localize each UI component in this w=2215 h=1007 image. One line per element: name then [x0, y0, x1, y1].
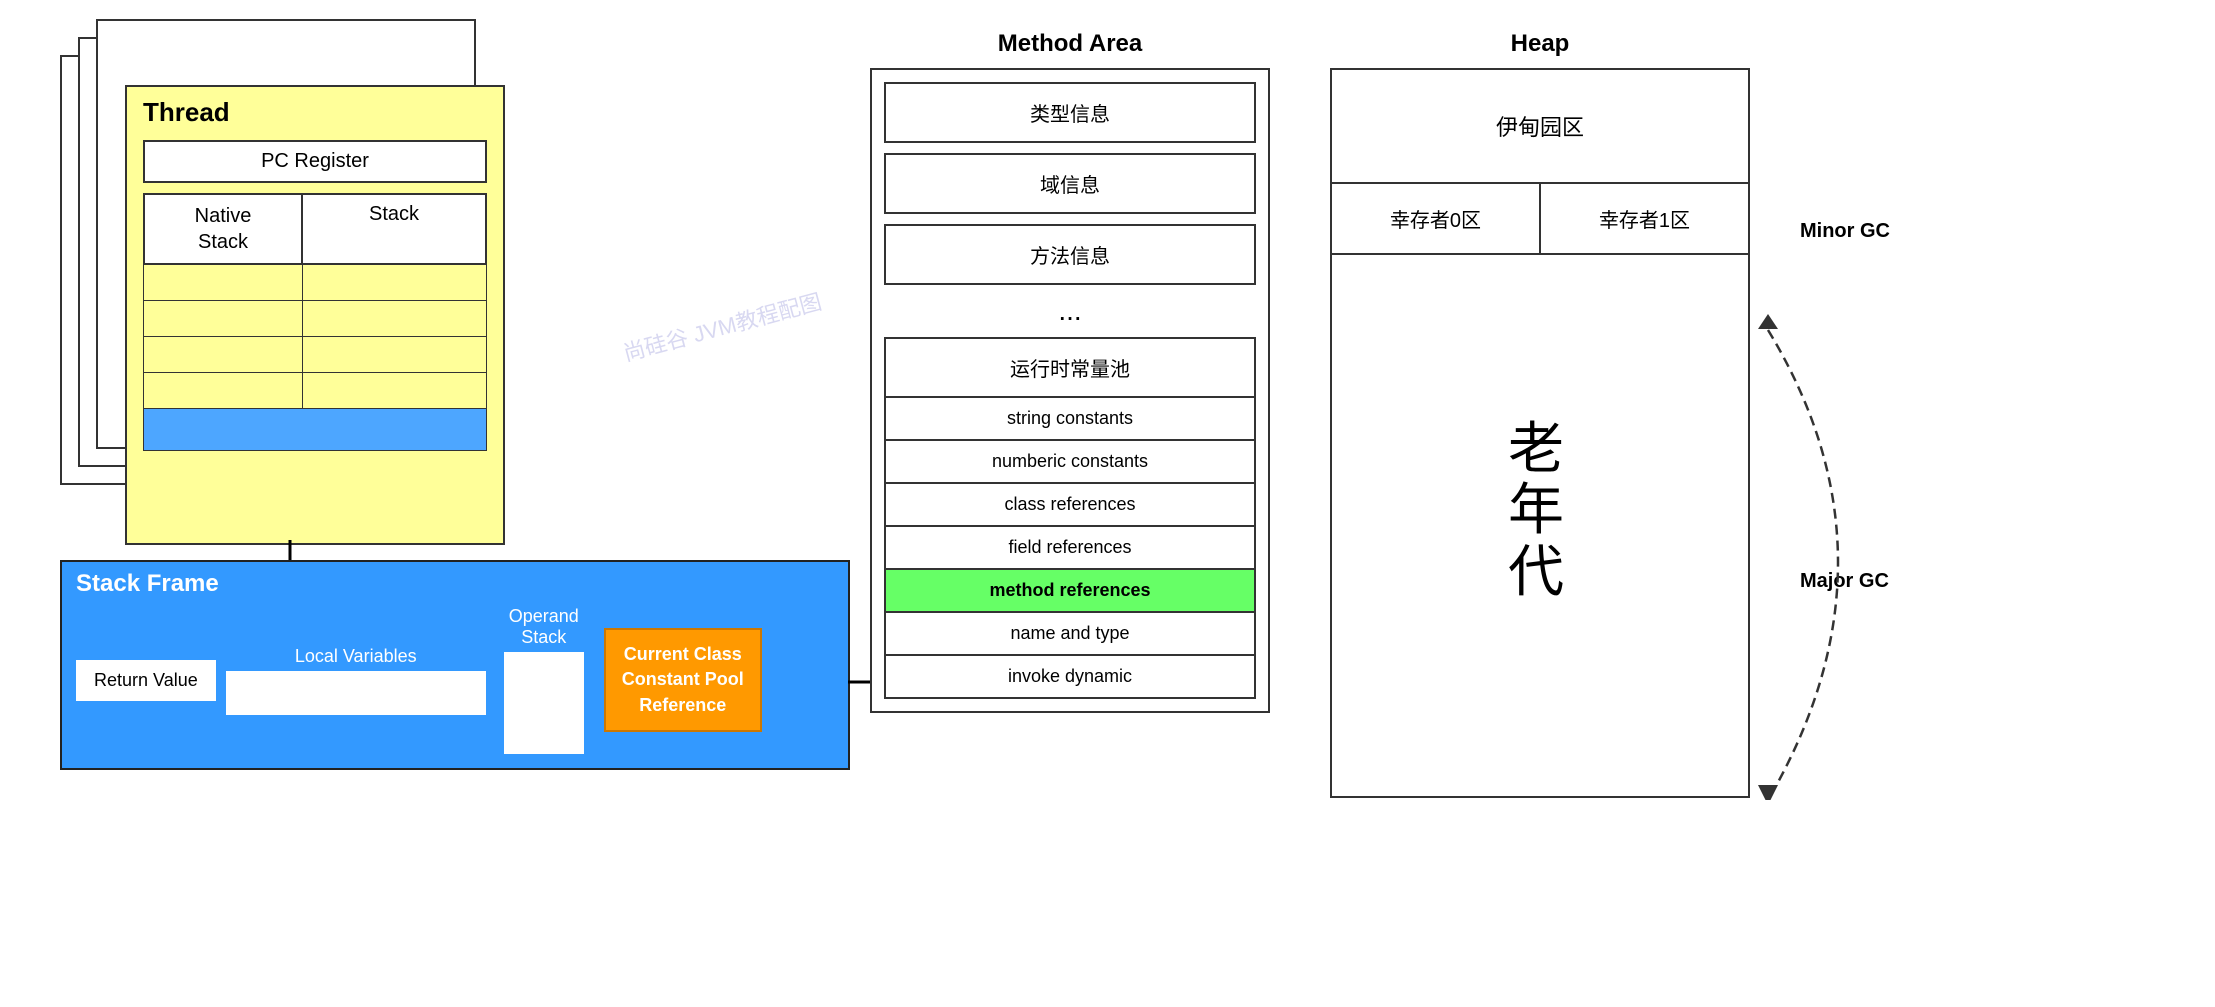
native-stack-box: NativeStack — [143, 193, 303, 265]
pool-numberic-constants: numberic constants — [884, 441, 1256, 484]
pool-field-references: field references — [884, 527, 1256, 570]
local-var-cell-2 — [278, 671, 330, 715]
eden-area: 伊甸园区 — [1332, 70, 1748, 184]
native-stack-row: NativeStack Stack — [143, 193, 487, 265]
survivor1: 幸存者1区 — [1541, 184, 1748, 253]
survivor0: 幸存者0区 — [1332, 184, 1541, 253]
ma-method-info: 方法信息 — [884, 224, 1256, 285]
pool-method-references: method references — [884, 570, 1256, 613]
stack-frame-box: Stack Frame Return Value Local Variables… — [60, 560, 850, 770]
survivor-row: 幸存者0区 幸存者1区 — [1332, 184, 1748, 255]
heap-section: Heap 伊甸园区 幸存者0区 幸存者1区 老年代 — [1330, 30, 1750, 798]
operand-cell-1 — [504, 652, 584, 686]
thread-box: Thread PC Register NativeStack Stack — [125, 85, 505, 545]
return-value-box: Return Value — [76, 660, 216, 701]
method-area-title: Method Area — [870, 30, 1270, 58]
local-vars-section: Local Variables — [226, 646, 486, 715]
operand-cell-2 — [504, 686, 584, 720]
operand-cells — [504, 652, 584, 754]
ma-dots: ... — [884, 295, 1256, 327]
local-vars-label: Local Variables — [295, 646, 417, 667]
diagram: Thread PC Register NativeStack Stack — [0, 0, 2215, 1007]
pc-register: PC Register — [143, 140, 487, 183]
current-class-box: Current ClassConstant PoolReference — [604, 628, 762, 732]
pool-class-references: class references — [884, 484, 1256, 527]
pool-string-constants: string constants — [884, 398, 1256, 441]
method-area-section: Method Area 类型信息 域信息 方法信息 ... 运行时常量池 str… — [870, 30, 1270, 713]
ma-domain-info: 域信息 — [884, 153, 1256, 214]
operand-section: OperandStack — [504, 606, 584, 754]
thread-label: Thread — [127, 87, 503, 134]
stack-frame-label: Stack Frame — [62, 562, 848, 606]
old-gen-text: 老年代 — [1508, 418, 1572, 603]
old-gen-area: 老年代 — [1332, 255, 1748, 765]
ma-type-info: 类型信息 — [884, 82, 1256, 143]
local-var-cell-5 — [434, 671, 486, 715]
thread-inner-rows — [143, 265, 487, 409]
local-var-cell-3 — [330, 671, 382, 715]
operand-cell-3 — [504, 720, 584, 754]
dashed-arc — [1748, 60, 1948, 800]
blue-highlight-block — [143, 409, 487, 451]
pool-name-and-type: name and type — [884, 613, 1256, 656]
local-var-cell-1 — [226, 671, 278, 715]
heap-box: 伊甸园区 幸存者0区 幸存者1区 老年代 — [1330, 68, 1750, 798]
local-var-cell-4 — [382, 671, 434, 715]
method-area-box: 类型信息 域信息 方法信息 ... 运行时常量池 string constant… — [870, 68, 1270, 713]
runtime-pool-label: 运行时常量池 — [884, 337, 1256, 398]
stack-frame-inner: Return Value Local Variables OperandStac… — [62, 606, 848, 754]
stack-box: Stack — [303, 193, 487, 265]
watermark: 尚硅谷 JVM教程配图 — [619, 284, 824, 368]
heap-title: Heap — [1330, 30, 1750, 58]
pool-invoke-dynamic: invoke dynamic — [884, 656, 1256, 699]
local-vars-cells — [226, 671, 486, 715]
operand-label: OperandStack — [509, 606, 579, 648]
